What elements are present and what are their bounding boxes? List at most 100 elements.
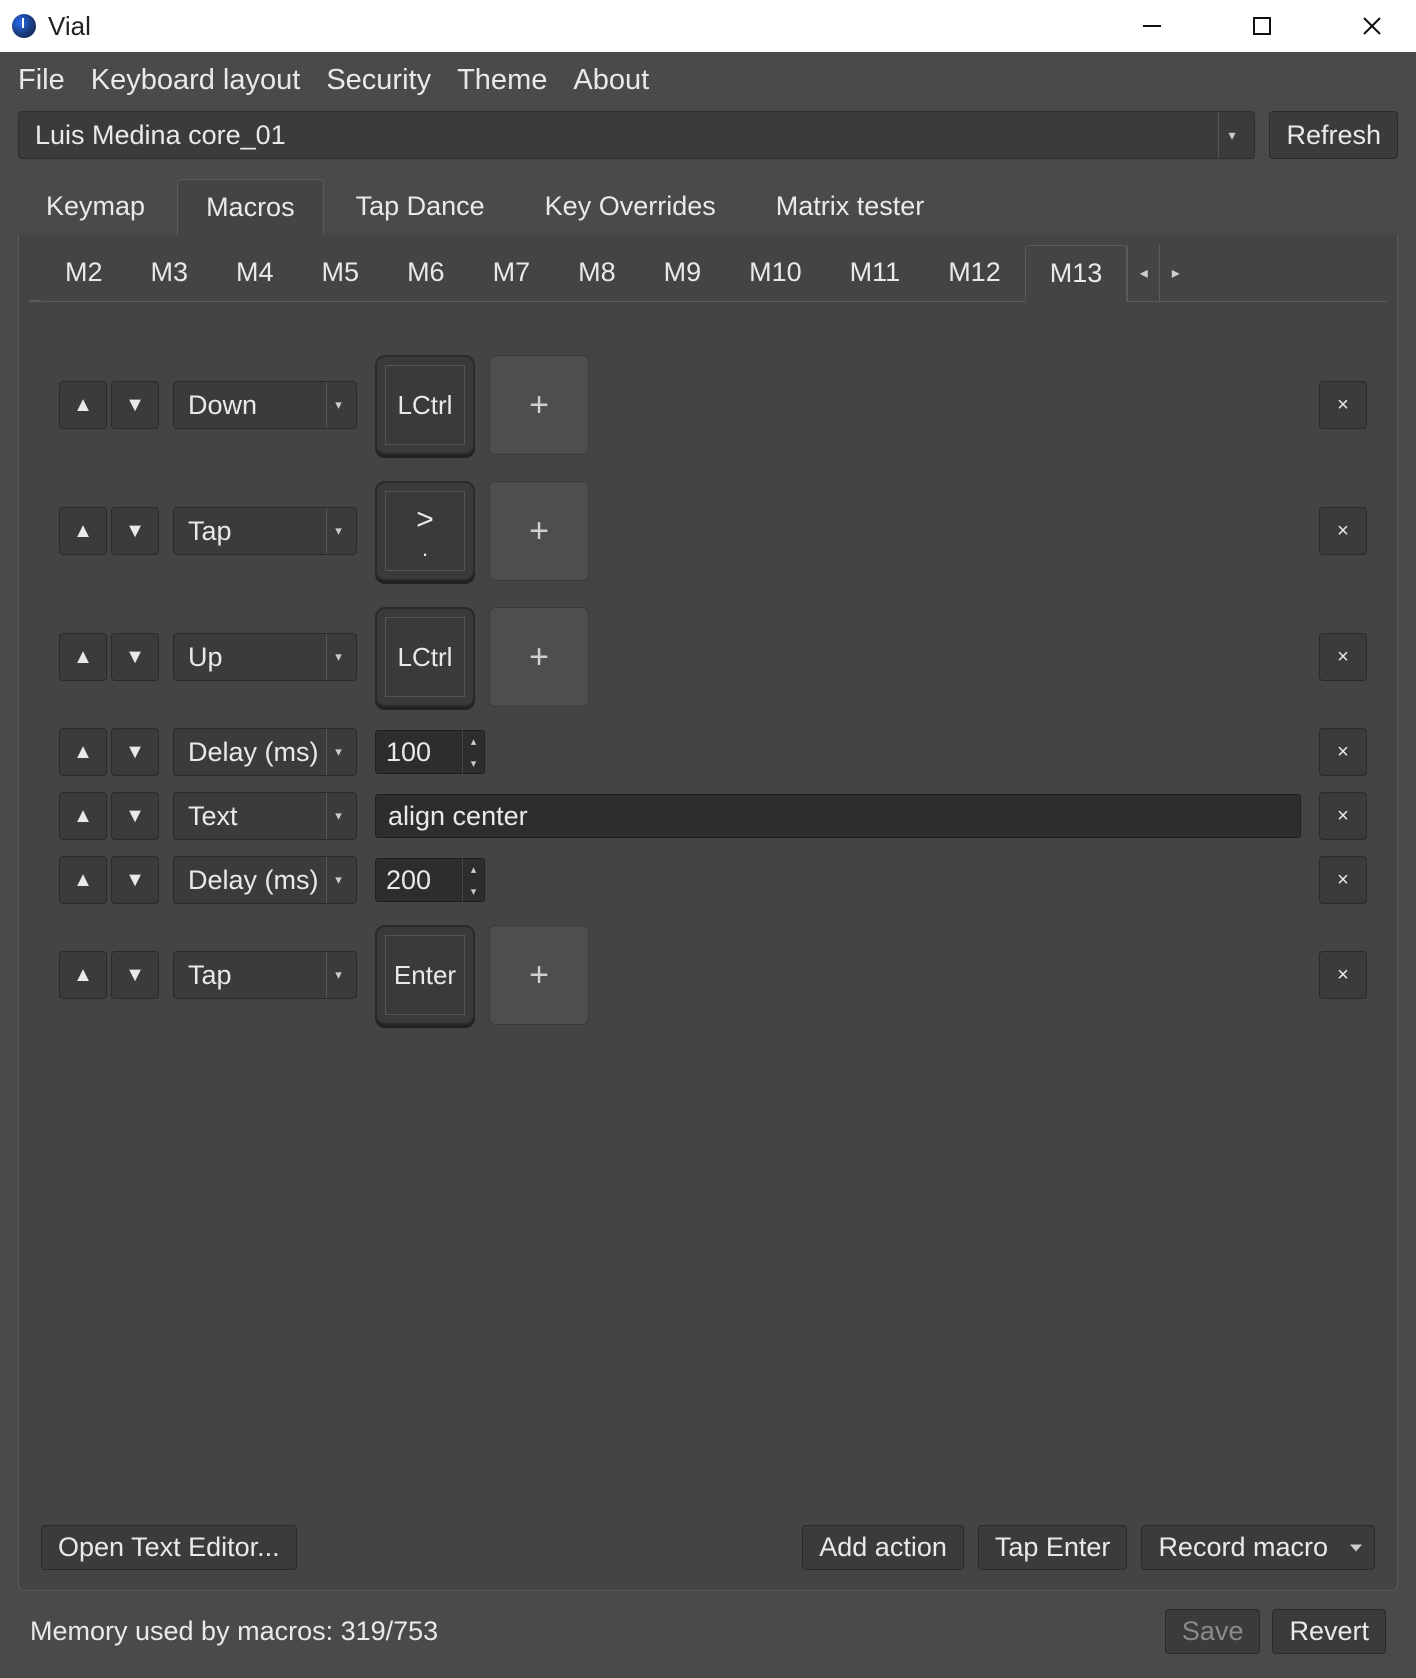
macro-tab[interactable]: M10 [725, 245, 826, 301]
delay-input-wrapper: ▴▾ [375, 858, 485, 902]
text-input[interactable] [375, 794, 1301, 838]
macro-row: ▲▼ Text▾ × [59, 784, 1367, 848]
macro-tab[interactable]: M4 [212, 245, 298, 301]
add-key-button[interactable]: + [489, 925, 589, 1025]
add-key-button[interactable]: + [489, 607, 589, 707]
move-down-button[interactable]: ▼ [111, 381, 159, 429]
delete-row-button[interactable]: × [1319, 507, 1367, 555]
menu-item[interactable]: About [573, 64, 649, 97]
action-label: Text [188, 801, 238, 832]
move-down-button[interactable]: ▼ [111, 507, 159, 555]
close-button[interactable] [1352, 6, 1392, 46]
macro-tab[interactable]: M6 [383, 245, 469, 301]
delay-input[interactable] [376, 865, 462, 896]
action-label: Tap [188, 516, 232, 547]
action-select[interactable]: Delay (ms)▾ [173, 728, 357, 776]
memory-status: Memory used by macros: 319/753 [30, 1616, 438, 1647]
macro-tab[interactable]: M2 [41, 245, 127, 301]
macro-tab[interactable]: M12 [924, 245, 1025, 301]
move-up-button[interactable]: ▲ [59, 856, 107, 904]
maximize-button[interactable] [1242, 6, 1282, 46]
move-down-button[interactable]: ▼ [111, 951, 159, 999]
keycap-bottom: Enter [394, 962, 456, 988]
record-macro-button[interactable]: Record macro [1141, 1525, 1375, 1570]
save-button[interactable]: Save [1165, 1609, 1261, 1654]
move-up-button[interactable]: ▲ [59, 728, 107, 776]
tab[interactable]: Tap Dance [328, 179, 513, 235]
close-icon [1360, 14, 1384, 38]
move-up-button[interactable]: ▲ [59, 951, 107, 999]
keycap[interactable]: LCtrl [375, 355, 475, 455]
tab[interactable]: Macros [177, 179, 324, 235]
device-select[interactable]: Luis Medina core_01 ▾ [18, 111, 1255, 159]
action-select[interactable]: Up▾ [173, 633, 357, 681]
revert-button[interactable]: Revert [1272, 1609, 1386, 1654]
spin-up-button[interactable]: ▴ [463, 858, 484, 880]
action-select[interactable]: Delay (ms)▾ [173, 856, 357, 904]
spin-down-button[interactable]: ▾ [463, 752, 484, 774]
move-up-button[interactable]: ▲ [59, 633, 107, 681]
chevron-down-icon: ▾ [326, 952, 350, 998]
move-down-button[interactable]: ▼ [111, 856, 159, 904]
move-up-button[interactable]: ▲ [59, 507, 107, 555]
scroll-right-button[interactable]: ▸ [1159, 245, 1191, 301]
macro-tab[interactable]: M3 [127, 245, 213, 301]
keycap[interactable]: Enter [375, 925, 475, 1025]
macro-row: ▲▼ Delay (ms)▾ ▴▾ × [59, 720, 1367, 784]
move-down-button[interactable]: ▼ [111, 728, 159, 776]
tap-enter-button[interactable]: Tap Enter [978, 1525, 1128, 1570]
move-down-button[interactable]: ▼ [111, 633, 159, 681]
tab[interactable]: Keymap [18, 179, 173, 235]
macro-tab[interactable]: M9 [640, 245, 726, 301]
tab[interactable]: Matrix tester [748, 179, 953, 235]
move-up-button[interactable]: ▲ [59, 792, 107, 840]
minimize-icon [1141, 15, 1163, 37]
menu-item[interactable]: Keyboard layout [91, 64, 301, 97]
add-action-button[interactable]: Add action [802, 1525, 964, 1570]
chevron-down-icon: ▾ [326, 857, 350, 903]
macro-row: ▲▼ Up▾ LCtrl+ × [59, 594, 1367, 720]
action-select[interactable]: Tap▾ [173, 951, 357, 999]
spin-up-button[interactable]: ▴ [463, 730, 484, 752]
tab[interactable]: Key Overrides [517, 179, 744, 235]
scroll-left-button[interactable]: ◂ [1127, 245, 1159, 301]
action-select[interactable]: Tap ▾ [173, 507, 357, 555]
delete-row-button[interactable]: × [1319, 856, 1367, 904]
minimize-button[interactable] [1132, 6, 1172, 46]
delete-row-button[interactable]: × [1319, 951, 1367, 999]
menu-item[interactable]: Security [326, 64, 431, 97]
device-name: Luis Medina core_01 [35, 120, 286, 151]
macro-row: ▲▼Delay (ms)▾▴▾× [59, 848, 1367, 912]
menu-item[interactable]: File [18, 64, 65, 97]
macro-row: ▲▼ Down▾ LCtrl+ × [59, 342, 1367, 468]
refresh-button[interactable]: Refresh [1269, 111, 1398, 159]
open-text-editor-button[interactable]: Open Text Editor... [41, 1525, 297, 1570]
panel-bottom-bar: Open Text Editor... Add action Tap Enter… [29, 1513, 1387, 1576]
move-down-button[interactable]: ▼ [111, 792, 159, 840]
keycap-top: > [416, 502, 434, 538]
delete-row-button[interactable]: × [1319, 633, 1367, 681]
macro-tab[interactable]: M11 [826, 245, 925, 301]
move-up-button[interactable]: ▲ [59, 381, 107, 429]
delete-row-button[interactable]: × [1319, 728, 1367, 776]
delay-input[interactable] [376, 737, 462, 768]
keycap[interactable]: >. [375, 481, 475, 581]
keycap[interactable]: LCtrl [375, 607, 475, 707]
action-select[interactable]: Down▾ [173, 381, 357, 429]
macro-tab[interactable]: M5 [298, 245, 384, 301]
macro-tab[interactable]: M8 [554, 245, 640, 301]
menu-item[interactable]: Theme [457, 64, 547, 97]
delete-row-button[interactable]: × [1319, 381, 1367, 429]
add-key-button[interactable]: + [489, 481, 589, 581]
maximize-icon [1251, 15, 1273, 37]
app-icon [12, 14, 36, 38]
status-bar: Memory used by macros: 319/753 Save Reve… [0, 1591, 1416, 1678]
action-select[interactable]: Text▾ [173, 792, 357, 840]
action-label: Down [188, 390, 257, 421]
delete-row-button[interactable]: × [1319, 792, 1367, 840]
spin-down-button[interactable]: ▾ [463, 880, 484, 902]
add-key-button[interactable]: + [489, 355, 589, 455]
macro-tab[interactable]: M13 [1025, 245, 1128, 302]
chevron-down-icon: ▾ [326, 508, 350, 554]
macro-tab[interactable]: M7 [469, 245, 555, 301]
